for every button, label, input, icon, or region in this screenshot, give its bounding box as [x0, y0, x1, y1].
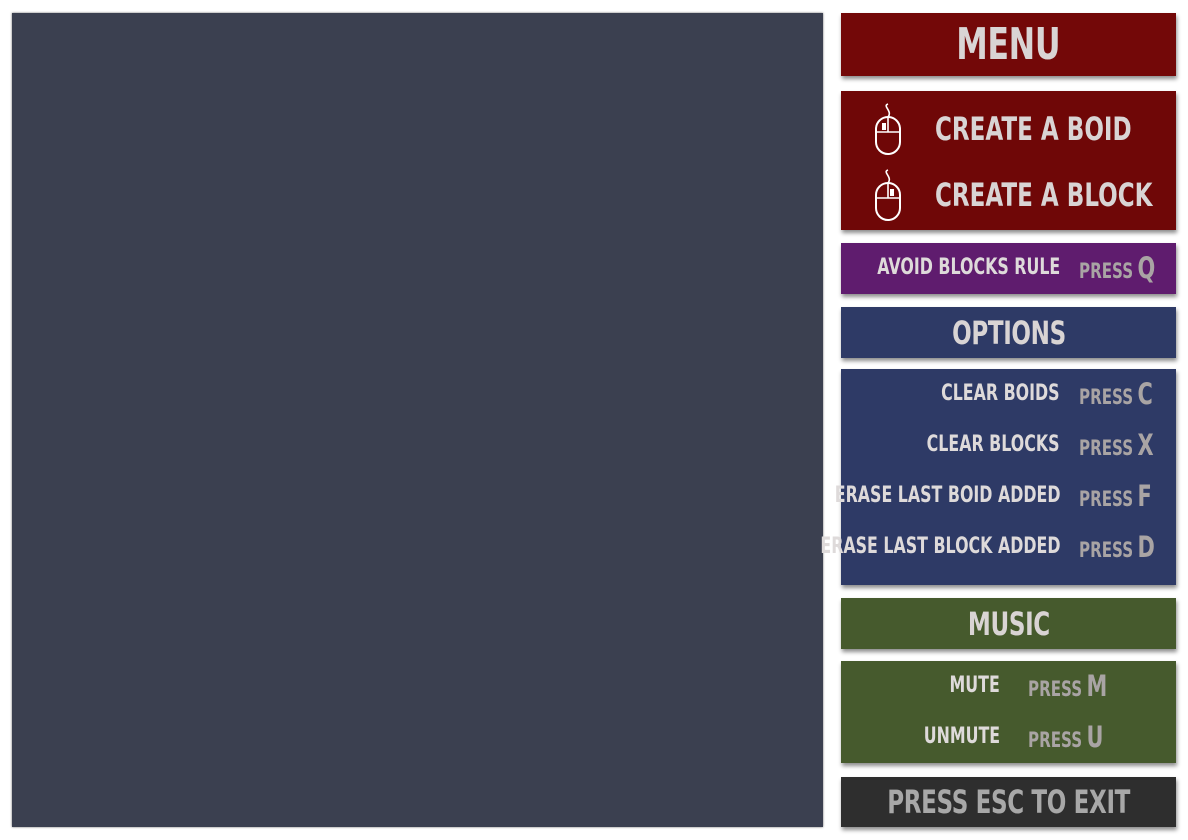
avoid-blocks-rule-panel: AVOID BLOCKS RULE PRESS Q [841, 243, 1176, 294]
press-text: PRESS [1079, 259, 1134, 283]
key-f: F [1137, 479, 1152, 513]
exit-label: PRESS ESC TO EXIT [887, 783, 1130, 821]
option-erase-last-block: ERASE LAST BLOCK ADDED PRESS D [820, 527, 1176, 567]
mute-label: MUTE [949, 673, 1000, 698]
option-clear-boids: CLEAR BOIDS PRESS C [841, 374, 1176, 414]
music-header: MUSIC [841, 598, 1176, 649]
create-block-label: CREATE A BLOCK [935, 176, 1153, 214]
create-block-row: CREATE A BLOCK [841, 167, 1176, 223]
key-m: M [1086, 669, 1108, 703]
music-panel: MUTE PRESS M UNMUTE PRESS U [841, 661, 1176, 763]
option-label: CLEAR BLOCKS [927, 432, 1060, 457]
press-text: PRESS [1079, 436, 1134, 460]
menu-header: MENU [841, 13, 1176, 76]
key-q: Q [1137, 251, 1156, 285]
option-clear-blocks: CLEAR BLOCKS PRESS X [841, 425, 1176, 465]
create-boid-label: CREATE A BOID [935, 110, 1132, 148]
create-boid-row: CREATE A BOID [841, 101, 1176, 157]
options-panel: CLEAR BOIDS PRESS C CLEAR BLOCKS PRESS X E… [820, 369, 1176, 585]
music-title: MUSIC [967, 604, 1050, 643]
option-label: ERASE LAST BLOCK ADDED [819, 534, 1060, 559]
music-mute-row: MUTE PRESS M [841, 666, 1176, 706]
press-text: PRESS [1079, 538, 1134, 562]
option-label: ERASE LAST BOID ADDED [834, 483, 1060, 508]
key-u: U [1086, 720, 1104, 754]
avoid-blocks-rule-row: AVOID BLOCKS RULE PRESS Q [841, 248, 1176, 288]
key-d: D [1137, 530, 1155, 564]
simulation-canvas[interactable] [12, 13, 823, 827]
press-text: PRESS [1028, 677, 1083, 701]
option-label: CLEAR BOIDS [941, 381, 1060, 406]
options-title: OPTIONS [951, 313, 1066, 352]
avoid-blocks-rule-label: AVOID BLOCKS RULE [876, 255, 1060, 280]
music-unmute-row: UNMUTE PRESS U [841, 717, 1176, 757]
mouse-left-click-icon [875, 103, 901, 155]
options-header: OPTIONS [841, 307, 1176, 358]
menu-title: MENU [956, 19, 1061, 70]
mouse-right-click-icon [875, 169, 901, 221]
press-text: PRESS [1079, 487, 1134, 511]
key-c: C [1137, 377, 1153, 411]
key-x: X [1137, 428, 1154, 462]
press-text: PRESS [1028, 728, 1083, 752]
option-erase-last-boid: ERASE LAST BOID ADDED PRESS F [834, 476, 1176, 516]
unmute-label: UNMUTE [923, 724, 1000, 749]
exit-panel: PRESS ESC TO EXIT [841, 777, 1176, 827]
mouse-actions-panel: CREATE A BOID CREATE A BLOCK [841, 91, 1176, 230]
press-text: PRESS [1079, 385, 1134, 409]
